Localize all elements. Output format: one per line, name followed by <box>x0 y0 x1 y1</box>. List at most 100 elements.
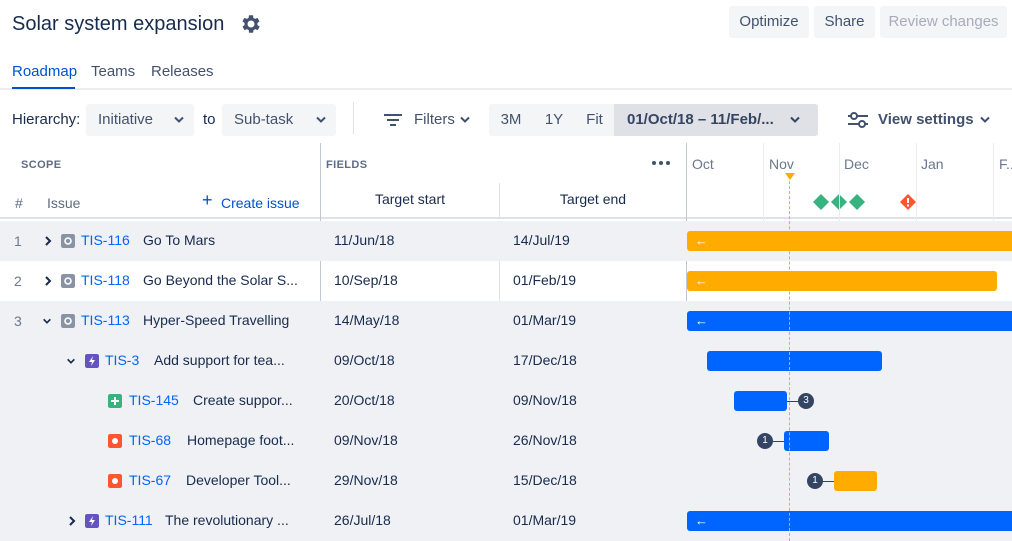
arrow-left-icon: ← <box>695 273 708 288</box>
chevron-down-icon[interactable] <box>42 315 52 327</box>
optimize-button[interactable]: Optimize <box>729 6 809 38</box>
chevron-down-icon[interactable] <box>66 355 76 367</box>
dependency-count-badge[interactable]: 1 <box>807 473 823 489</box>
schedule-bar[interactable] <box>784 431 829 451</box>
row-number: 3 <box>14 313 22 329</box>
table-row[interactable]: TIS-145 Create suppor... 20/Oct/18 09/No… <box>0 381 1012 421</box>
schedule-bar[interactable] <box>834 471 877 491</box>
table-row[interactable]: TIS-68 Homepage foot... 09/Nov/18 26/Nov… <box>0 421 1012 461</box>
chevron-right-icon[interactable] <box>43 235 53 247</box>
zoom-3m-button[interactable]: 3M <box>489 104 533 136</box>
chevron-right-icon[interactable] <box>67 515 77 527</box>
issue-key[interactable]: TIS-118 <box>81 272 130 288</box>
target-end-value[interactable]: 01/Mar/19 <box>513 312 576 328</box>
hierarchy-from-select[interactable]: Initiative <box>86 104 194 136</box>
tab-roadmap[interactable]: Roadmap <box>12 63 77 80</box>
zoom-fit-button[interactable]: Fit <box>575 104 614 136</box>
schedule-bar[interactable] <box>707 351 882 371</box>
target-start-value[interactable]: 26/Jul/18 <box>334 512 391 528</box>
review-changes-button[interactable]: Review changes <box>880 6 1007 38</box>
table-row[interactable]: TIS-111 The revolutionary ... 26/Jul/18 … <box>0 501 1012 541</box>
target-start-value[interactable]: 09/Nov/18 <box>334 432 398 448</box>
table-row[interactable]: TIS-67 Developer Tool... 29/Nov/18 15/De… <box>0 461 1012 501</box>
issue-key[interactable]: TIS-145 <box>129 392 179 408</box>
arrow-left-icon: ← <box>695 513 708 528</box>
toolbar-divider <box>353 102 354 134</box>
today-marker-icon <box>785 173 795 180</box>
more-icon[interactable] <box>651 155 671 165</box>
target-start-value[interactable]: 14/May/18 <box>334 312 399 328</box>
issue-summary: Go To Mars <box>143 232 216 248</box>
initiative-icon <box>61 274 75 288</box>
schedule-bar[interactable]: ← <box>687 311 1012 331</box>
milestones-icon[interactable] <box>812 193 868 211</box>
bug-icon <box>108 434 122 448</box>
tab-releases[interactable]: Releases <box>151 63 214 80</box>
toolbar: Hierarchy: Initiative to Sub-task Filter… <box>0 100 1012 138</box>
dependency-count-badge[interactable]: 1 <box>757 433 773 449</box>
page-title: Solar system expansion <box>12 13 225 35</box>
table-row[interactable]: 1 TIS-116 Go To Mars 11/Jun/18 14/Jul/19… <box>0 221 1012 261</box>
filters-label: Filters <box>414 111 455 128</box>
issue-summary: Homepage foot... <box>187 432 295 448</box>
target-end-value[interactable]: 09/Nov/18 <box>513 392 577 408</box>
month-label: Dec <box>844 156 869 172</box>
share-button[interactable]: Share <box>814 6 875 38</box>
gear-icon[interactable] <box>239 12 263 36</box>
warning-icon[interactable] <box>899 193 917 211</box>
issue-key[interactable]: TIS-116 <box>81 232 130 248</box>
zoom-1y-button[interactable]: 1Y <box>533 104 575 136</box>
issue-summary: Add support for tea... <box>154 352 285 368</box>
dependency-count-badge[interactable]: 3 <box>798 393 814 409</box>
target-end-value[interactable]: 26/Nov/18 <box>513 432 577 448</box>
target-end-value[interactable]: 15/Dec/18 <box>513 472 577 488</box>
schedule-bar[interactable] <box>734 391 787 411</box>
issue-key[interactable]: TIS-3 <box>105 352 139 368</box>
dependency-line <box>772 441 784 442</box>
issue-key[interactable]: TIS-111 <box>105 512 153 528</box>
target-start-value[interactable]: 20/Oct/18 <box>334 392 395 408</box>
table-row[interactable]: 2 TIS-118 Go Beyond the Solar S... 10/Se… <box>0 261 1012 301</box>
target-start-value[interactable]: 09/Oct/18 <box>334 352 395 368</box>
initiative-icon <box>61 314 75 328</box>
arrow-left-icon: ← <box>695 233 708 248</box>
table-row[interactable]: TIS-3 Add support for tea... 09/Oct/18 1… <box>0 341 1012 381</box>
hierarchy-to-select[interactable]: Sub-task <box>222 104 336 136</box>
column-divider <box>499 183 500 219</box>
tab-bar: Roadmap Teams Releases <box>0 56 1012 90</box>
month-gridline <box>916 143 917 221</box>
row-number: 2 <box>14 273 22 289</box>
chevron-right-icon[interactable] <box>43 275 53 287</box>
arrow-left-icon: ← <box>695 313 708 328</box>
chevron-down-icon <box>174 116 184 123</box>
issue-summary: Go Beyond the Solar S... <box>143 272 298 288</box>
issue-key[interactable]: TIS-68 <box>129 432 171 448</box>
date-range-select[interactable]: 01/Oct/18 – 11/Feb/... <box>614 104 818 136</box>
target-start-value[interactable]: 10/Sep/18 <box>334 272 398 288</box>
issue-summary: Hyper-Speed Travelling <box>143 312 290 328</box>
target-start-value[interactable]: 11/Jun/18 <box>334 232 394 248</box>
target-end-value[interactable]: 17/Dec/18 <box>513 352 577 368</box>
chevron-down-icon <box>316 116 326 123</box>
hierarchy-label: Hierarchy: <box>12 111 81 128</box>
schedule-bar[interactable]: ← <box>687 271 997 291</box>
issue-summary: The revolutionary ... <box>165 512 289 528</box>
chevron-down-icon <box>980 116 990 123</box>
month-label: Nov <box>769 156 794 172</box>
target-end-value[interactable]: 01/Mar/19 <box>513 512 576 528</box>
tab-teams[interactable]: Teams <box>91 63 135 80</box>
schedule-bar[interactable]: ← <box>687 511 1012 531</box>
target-end-value[interactable]: 14/Jul/19 <box>513 232 570 248</box>
chevron-down-icon <box>790 116 800 123</box>
row-number-heading: # <box>15 195 23 211</box>
issue-key[interactable]: TIS-113 <box>81 312 130 328</box>
target-end-value[interactable]: 01/Feb/19 <box>513 272 576 288</box>
table-row[interactable]: 3 TIS-113 Hyper-Speed Travelling 14/May/… <box>0 301 1012 341</box>
month-gridline <box>839 143 840 221</box>
month-label: Jan <box>921 156 944 172</box>
schedule-bar[interactable]: ← <box>687 231 1012 251</box>
plus-icon: + <box>202 190 213 210</box>
date-range-value: 01/Oct/18 – 11/Feb/... <box>627 111 774 128</box>
target-start-value[interactable]: 29/Nov/18 <box>334 472 398 488</box>
issue-key[interactable]: TIS-67 <box>129 472 171 488</box>
